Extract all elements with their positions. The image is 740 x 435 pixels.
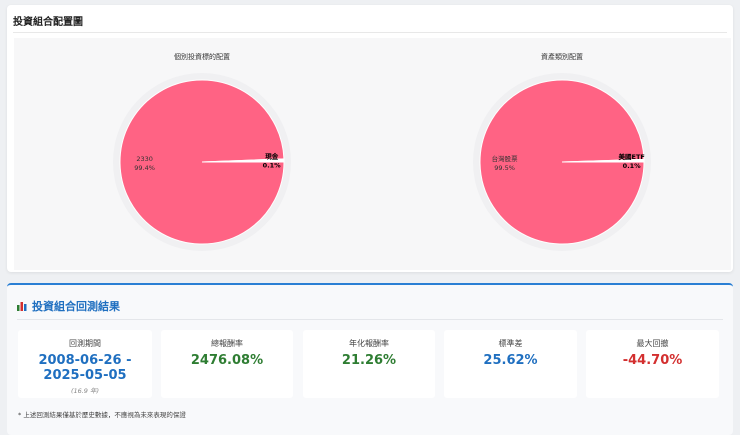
chart-title-asset-class: 資產類別配置 [541,53,583,61]
metric-value: 2476.08% [190,353,264,368]
slice-label: 美國ETF [619,152,645,161]
allocation-card: 投資組合配置圖 個別投資標的配置 資產類別配置 2330 99.4% 現金 0.1% … [7,5,733,272]
metric-label: 回測期間 [69,339,101,348]
divider [17,319,723,320]
backtest-card: 投資組合回測結果 回測期間 2008-06-26 - 2025-05-05 (1… [7,283,733,435]
holdings-pie-chart: 233099.4% 現金0.1% [113,73,291,251]
metric-card-period: 回測期間 2008-06-26 - 2025-05-05 (16.9 年) [18,330,152,398]
allocation-title: 投資組合配置圖 [13,17,83,28]
metric-card-annual-return: 年化報酬率 21.26% [303,330,435,398]
disclaimer-note: * 上述回測結果僅基於歷史數據，不應視為未來表現的保證 [18,411,186,419]
slice-percent: 0.1% [623,162,642,170]
metric-label: 標準差 [498,339,523,348]
asset-class-pie-chart: 台灣股票99.5% 美國ETF0.1% [473,73,651,251]
metric-label: 總報酬率 [211,339,243,348]
metric-value: 2008-06-26 - 2025-05-05 [38,353,132,383]
metric-value: -44.70% [622,353,683,368]
metric-value: 25.62% [483,353,538,368]
metric-value: 21.26% [341,353,397,368]
metric-subtext: (16.9 年) [70,387,100,395]
divider [13,32,727,33]
backtest-title: 投資組合回測結果 [32,300,120,313]
slice-percent: 99.4% [134,164,155,172]
metric-card-max-drawdown: 最大回撤 -44.70% [586,330,719,398]
chart-title-holdings: 個別投資標的配置 [174,53,230,61]
metric-card-std-dev: 標準差 25.62% [444,330,577,398]
metric-label: 最大回撤 [636,339,669,348]
bar-chart-icon [17,302,27,311]
slice-percent: 99.5% [494,164,515,172]
charts-panel: 個別投資標的配置 資產類別配置 2330 99.4% 現金 0.1% 台灣股票 99.5… [14,38,731,270]
slice-label: 台灣股票 [492,154,518,163]
metric-label: 年化報酬率 [349,339,389,348]
metric-card-total-return: 總報酬率 2476.08% [161,330,293,398]
slice-percent: 0.1% [263,162,282,170]
slice-label: 現金 [265,152,279,161]
slice-label: 2330 [136,155,153,163]
backtest-header: 投資組合回測結果 [17,298,120,314]
